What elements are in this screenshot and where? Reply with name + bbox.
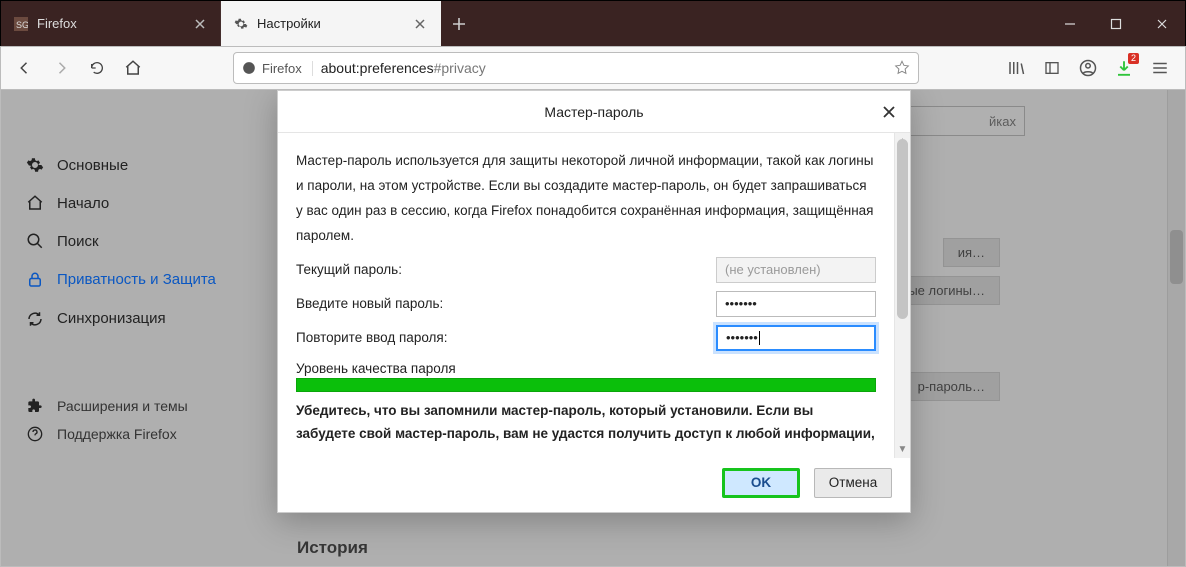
search-icon bbox=[25, 232, 45, 250]
url-bar[interactable]: Firefox about:preferences#privacy bbox=[233, 52, 919, 84]
dialog-title-bar: Мастер-пароль bbox=[278, 91, 910, 133]
puzzle-icon bbox=[25, 398, 45, 414]
sidebar-item-label: Синхронизация bbox=[57, 310, 166, 327]
reload-button[interactable] bbox=[81, 52, 113, 84]
sidebar-item-privacy[interactable]: Приватность и Защита bbox=[21, 264, 231, 296]
sidebar-item-label: Поддержка Firefox bbox=[57, 426, 177, 442]
scroll-thumb[interactable] bbox=[897, 139, 908, 319]
dialog-footer: OK Отмена bbox=[278, 458, 910, 512]
sync-icon bbox=[25, 310, 45, 328]
home-icon bbox=[25, 194, 45, 212]
sidebar-item-support[interactable]: Поддержка Firefox bbox=[21, 420, 231, 448]
sidebar-item-addons[interactable]: Расширения и темы bbox=[21, 392, 231, 420]
home-button[interactable] bbox=[117, 52, 149, 84]
repeat-password-input[interactable]: ••••••• bbox=[716, 325, 876, 351]
sidebar-item-general[interactable]: Основные bbox=[21, 150, 231, 180]
tab-settings[interactable]: Настройки bbox=[221, 1, 441, 46]
repeat-password-row: Повторите ввод пароля: ••••••• bbox=[296, 323, 876, 353]
maximize-button[interactable] bbox=[1093, 1, 1139, 46]
close-icon[interactable] bbox=[412, 16, 428, 32]
identity-label: Firefox bbox=[262, 61, 302, 76]
sidebar-icon[interactable] bbox=[1039, 55, 1065, 81]
dialog-title: Мастер-пароль bbox=[544, 104, 643, 120]
prefs-sidebar: Основные Начало Поиск Приватность и Защи… bbox=[21, 150, 231, 448]
sidebar-item-home[interactable]: Начало bbox=[21, 188, 231, 218]
current-password-label: Текущий пароль: bbox=[296, 262, 716, 277]
gear-icon bbox=[233, 16, 249, 32]
svg-text:SG: SG bbox=[16, 20, 28, 30]
url-text: about:preferences#privacy bbox=[321, 60, 886, 76]
ok-button[interactable]: OK bbox=[722, 468, 800, 498]
site-icon: SG bbox=[13, 16, 29, 32]
dialog-scrollbar[interactable]: ▲ ▼ bbox=[894, 133, 910, 458]
gear-icon bbox=[25, 156, 45, 174]
repeat-password-label: Повторите ввод пароля: bbox=[296, 330, 716, 345]
current-password-input: (не установлен) bbox=[716, 257, 876, 283]
master-password-dialog: Мастер-пароль Мастер-пароль используется… bbox=[277, 90, 911, 513]
tab-label: Firefox bbox=[37, 16, 77, 31]
minimize-button[interactable] bbox=[1047, 1, 1093, 46]
help-icon bbox=[25, 426, 45, 442]
downloads-icon[interactable]: 2 bbox=[1111, 55, 1137, 81]
content-area: йках ия… ые логины… р-пароль… История Ос… bbox=[0, 90, 1186, 567]
window-controls bbox=[1047, 1, 1185, 46]
sidebar-item-label: Начало bbox=[57, 195, 109, 212]
new-password-label: Введите новый пароль: bbox=[296, 296, 716, 311]
account-icon[interactable] bbox=[1075, 55, 1101, 81]
tab-label: Настройки bbox=[257, 16, 321, 31]
menu-icon[interactable] bbox=[1147, 55, 1173, 81]
identity-box[interactable]: Firefox bbox=[242, 61, 313, 76]
sidebar-item-label: Поиск bbox=[57, 233, 99, 250]
sidebar-item-search[interactable]: Поиск bbox=[21, 226, 231, 256]
downloads-badge: 2 bbox=[1128, 53, 1139, 64]
close-icon[interactable] bbox=[192, 16, 208, 32]
sidebar-item-label: Основные bbox=[57, 157, 128, 174]
dialog-close-button[interactable] bbox=[878, 101, 900, 123]
dialog-description: Мастер-пароль используется для защиты не… bbox=[296, 149, 876, 249]
current-password-row: Текущий пароль: (не установлен) bbox=[296, 255, 876, 285]
library-icon[interactable] bbox=[1003, 55, 1029, 81]
lock-icon bbox=[25, 271, 45, 289]
firefox-icon bbox=[242, 61, 256, 75]
titlebar: SG Firefox Настройки bbox=[0, 0, 1186, 46]
toolbar-right: 2 bbox=[1003, 55, 1177, 81]
back-button[interactable] bbox=[9, 52, 41, 84]
sidebar-item-label: Расширения и темы bbox=[57, 398, 188, 414]
nav-toolbar: Firefox about:preferences#privacy 2 bbox=[0, 46, 1186, 90]
scroll-down-icon[interactable]: ▼ bbox=[895, 442, 910, 458]
password-quality-meter bbox=[296, 378, 876, 392]
new-tab-button[interactable] bbox=[441, 1, 477, 46]
warning-text: Убедитесь, что вы запомнили мастер-парол… bbox=[296, 400, 876, 446]
sidebar-item-label: Приватность и Защита bbox=[57, 270, 216, 290]
forward-button[interactable] bbox=[45, 52, 77, 84]
cancel-button[interactable]: Отмена bbox=[814, 468, 892, 498]
sidebar-item-sync[interactable]: Синхронизация bbox=[21, 304, 231, 334]
close-window-button[interactable] bbox=[1139, 1, 1185, 46]
new-password-input[interactable]: ••••••• bbox=[716, 291, 876, 317]
bookmark-star-icon[interactable] bbox=[894, 60, 910, 76]
tab-firefox[interactable]: SG Firefox bbox=[1, 1, 221, 46]
new-password-row: Введите новый пароль: ••••••• bbox=[296, 289, 876, 319]
quality-label: Уровень качества пароля bbox=[296, 361, 876, 376]
